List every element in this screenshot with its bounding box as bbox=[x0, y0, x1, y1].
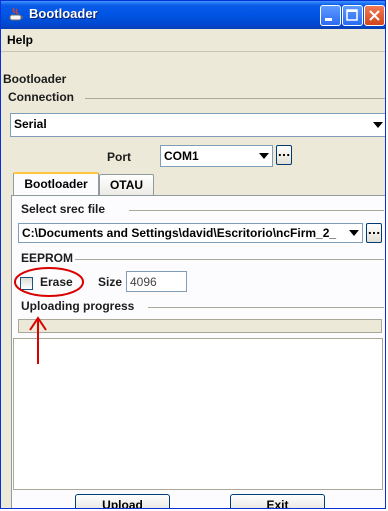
erase-highlight-ellipse bbox=[14, 267, 84, 297]
annotation-overlay bbox=[14, 267, 84, 364]
annotation-arrow-icon bbox=[29, 316, 47, 364]
